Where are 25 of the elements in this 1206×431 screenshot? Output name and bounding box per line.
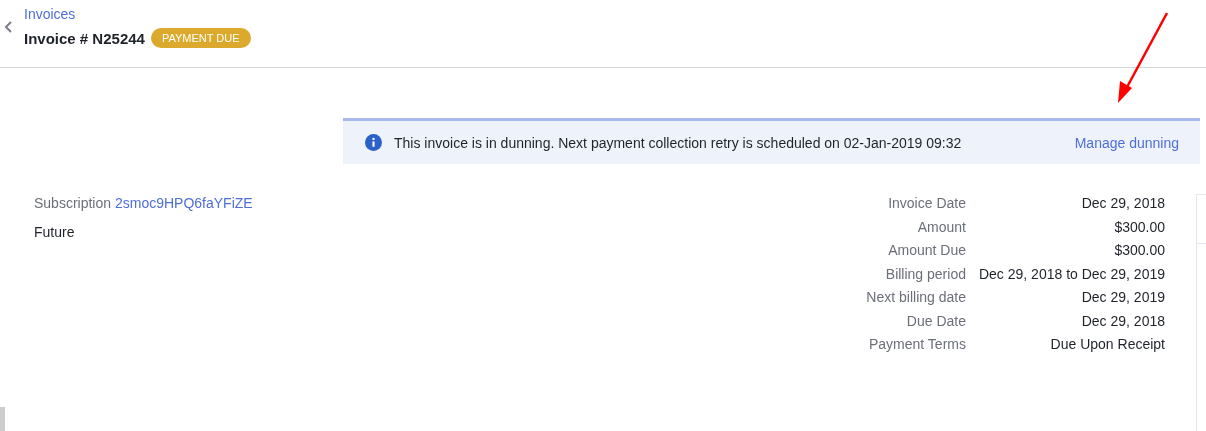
side-handle [0,407,5,431]
banner-message: This invoice is in dunning. Next payment collection retry is scheduled on 02-Jan-2019 09:32 [394,134,963,151]
info-icon [365,134,382,151]
detail-label: Billing period [885,265,966,282]
detail-value: Due Upon Receipt [1050,336,1165,352]
breadcrumb-link[interactable]: Invoices [24,6,251,22]
detail-value: Dec 29, 2018 [1081,312,1165,329]
detail-value: $300.00 [1114,218,1165,235]
subscription-link[interactable]: 2smoc9HPQ6faYFiZE [114,195,253,211]
detail-value: Dec 29, 2018 to Dec 29, 2019 [978,265,1165,282]
detail-label: Due Date [906,312,966,329]
subscription-label: Subscription [34,195,112,211]
detail-label: Invoice Date [888,195,966,211]
status-badge: PAYMENT DUE [150,28,251,48]
detail-label: Payment Terms [868,336,966,352]
detail-value: $300.00 [1114,242,1165,258]
detail-value: Dec 29, 2018 [1081,195,1165,211]
manage-dunning-link[interactable]: Manage dunning [1074,134,1179,151]
invoice-title: Invoice # N25244 [24,29,145,47]
detail-label: Amount Due [888,242,966,258]
detail-label: Amount [917,218,966,235]
detail-label: Next billing date [866,289,966,305]
subscription-status: Future [34,224,76,240]
detail-value: Dec 29, 2019 [1081,289,1165,305]
back-icon[interactable] [4,20,14,34]
